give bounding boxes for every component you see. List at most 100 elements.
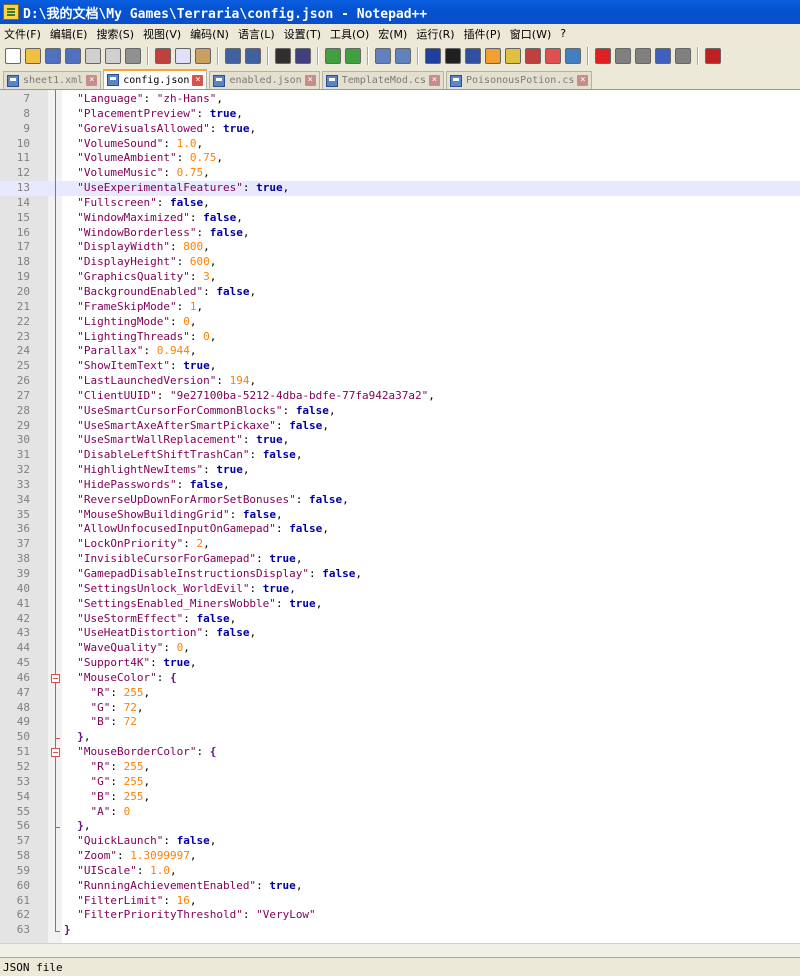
menu-item-5[interactable]: 语言(L): [234, 26, 279, 42]
editor[interactable]: 7 "Language": "zh-Hans", 8 "PlacementPrev…: [0, 90, 800, 943]
play-macro-icon[interactable]: [635, 48, 651, 64]
code-line[interactable]: 48 "G": 72,: [0, 701, 800, 716]
find-icon[interactable]: [275, 48, 291, 64]
run-macro-multiple-icon[interactable]: [655, 48, 671, 64]
code-line[interactable]: 56 },: [0, 819, 800, 834]
code-line[interactable]: 49 "B": 72: [0, 715, 800, 730]
code-line[interactable]: 37 "LockOnPriority": 2,: [0, 537, 800, 552]
close-tab-icon[interactable]: ×: [429, 75, 440, 86]
tab-3[interactable]: TemplateMod.cs ×: [321, 71, 444, 89]
sync-vertical-icon[interactable]: [375, 48, 391, 64]
tab-4[interactable]: PoisonousPotion.cs ×: [446, 71, 593, 89]
redo-icon[interactable]: [245, 48, 261, 64]
code-line[interactable]: 34 "ReverseUpDownForArmorSetBonuses": fa…: [0, 493, 800, 508]
tab-1[interactable]: config.json ×: [103, 69, 208, 89]
code-line[interactable]: 55 "A": 0: [0, 805, 800, 820]
code-line[interactable]: 21 "FrameSkipMode": 1,: [0, 300, 800, 315]
print-icon[interactable]: [125, 48, 141, 64]
save-icon[interactable]: [45, 48, 61, 64]
code-lines[interactable]: 7 "Language": "zh-Hans", 8 "PlacementPrev…: [0, 92, 800, 938]
menu-item-6[interactable]: 设置(T): [280, 26, 325, 42]
code-line[interactable]: 39 "GamepadDisableInstructionsDisplay": …: [0, 567, 800, 582]
code-line[interactable]: 63}: [0, 923, 800, 938]
code-line[interactable]: 52 "R": 255,: [0, 760, 800, 775]
close-tab-icon[interactable]: ×: [577, 75, 589, 86]
code-line[interactable]: 16 "WindowBorderless": false,: [0, 226, 800, 241]
code-line[interactable]: 26 "LastLaunchedVersion": 194,: [0, 374, 800, 389]
code-line[interactable]: 57 "QuickLaunch": false,: [0, 834, 800, 849]
code-line[interactable]: 29 "UseSmartAxeAfterSmartPickaxe": false…: [0, 419, 800, 434]
close-tab-icon[interactable]: ×: [192, 74, 204, 86]
menu-item-8[interactable]: 宏(M): [374, 26, 411, 42]
code-line[interactable]: 40 "SettingsUnlock_WorldEvil": true,: [0, 582, 800, 597]
replace-icon[interactable]: [295, 48, 311, 64]
code-line[interactable]: 50 },: [0, 730, 800, 745]
code-line[interactable]: 11 "VolumeAmbient": 0.75,: [0, 151, 800, 166]
code-line[interactable]: 35 "MouseShowBuildingGrid": false,: [0, 508, 800, 523]
undo-icon[interactable]: [225, 48, 241, 64]
code-line[interactable]: 42 "UseStormEffect": false,: [0, 612, 800, 627]
code-line[interactable]: 54 "B": 255,: [0, 790, 800, 805]
code-line[interactable]: 44 "WaveQuality": 0,: [0, 641, 800, 656]
zoom-out-icon[interactable]: [345, 48, 361, 64]
menu-item-10[interactable]: 插件(P): [460, 26, 505, 42]
cut-icon[interactable]: [155, 48, 171, 64]
user-lang-icon[interactable]: [485, 48, 501, 64]
code-line[interactable]: 61 "FilterLimit": 16,: [0, 894, 800, 909]
indent-guide-icon[interactable]: [465, 48, 481, 64]
code-line[interactable]: 23 "LightingThreads": 0,: [0, 330, 800, 345]
function-list-icon[interactable]: [525, 48, 541, 64]
close-tab-icon[interactable]: ×: [304, 75, 316, 86]
save-all-icon[interactable]: [65, 48, 81, 64]
close-all-icon[interactable]: [105, 48, 121, 64]
code-line[interactable]: 46 "MouseColor": {: [0, 671, 800, 686]
code-line[interactable]: 51 "MouseBorderColor": {: [0, 745, 800, 760]
code-line[interactable]: 30 "UseSmartWallReplacement": true,: [0, 433, 800, 448]
menu-item-12[interactable]: ?: [556, 27, 570, 40]
code-line[interactable]: 33 "HidePasswords": false,: [0, 478, 800, 493]
code-line[interactable]: 24 "Parallax": 0.944,: [0, 344, 800, 359]
code-line[interactable]: 22 "LightingMode": 0,: [0, 315, 800, 330]
code-line[interactable]: 10 "VolumeSound": 1.0,: [0, 137, 800, 152]
record-macro-icon[interactable]: [595, 48, 611, 64]
code-line[interactable]: 12 "VolumeMusic": 0.75,: [0, 166, 800, 181]
code-line[interactable]: 32 "HighlightNewItems": true,: [0, 463, 800, 478]
fold-toggle-icon[interactable]: [51, 748, 60, 758]
code-line[interactable]: 27 "ClientUUID": "9e27100ba-5212-4dba-bd…: [0, 389, 800, 404]
menu-item-0[interactable]: 文件(F): [0, 26, 45, 42]
tab-0[interactable]: sheet1.xml ×: [3, 71, 102, 89]
new-file-icon[interactable]: [5, 48, 21, 64]
code-line[interactable]: 7 "Language": "zh-Hans",: [0, 92, 800, 107]
fold-toggle-icon[interactable]: [51, 674, 60, 684]
code-line[interactable]: 13 "UseExperimentalFeatures": true,: [0, 181, 800, 196]
code-line[interactable]: 62 "FilterPriorityThreshold": "VeryLow": [0, 908, 800, 923]
menu-item-4[interactable]: 编码(N): [186, 26, 233, 42]
code-line[interactable]: 53 "G": 255,: [0, 775, 800, 790]
sync-horizontal-icon[interactable]: [395, 48, 411, 64]
spell-check-icon[interactable]: [705, 48, 721, 64]
code-line[interactable]: 59 "UIScale": 1.0,: [0, 864, 800, 879]
menu-item-3[interactable]: 视图(V): [139, 26, 185, 42]
code-line[interactable]: 19 "GraphicsQuality": 3,: [0, 270, 800, 285]
code-line[interactable]: 38 "InvisibleCursorForGamepad": true,: [0, 552, 800, 567]
code-line[interactable]: 41 "SettingsEnabled_MinersWobble": true,: [0, 597, 800, 612]
menu-item-1[interactable]: 编辑(E): [46, 26, 92, 42]
horizontal-scrollbar[interactable]: [0, 943, 800, 958]
code-line[interactable]: 9 "GoreVisualsAllowed": true,: [0, 122, 800, 137]
code-line[interactable]: 36 "AllowUnfocusedInputOnGamepad": false…: [0, 522, 800, 537]
menu-item-9[interactable]: 运行(R): [412, 26, 458, 42]
paste-icon[interactable]: [195, 48, 211, 64]
save-macro-icon[interactable]: [675, 48, 691, 64]
code-line[interactable]: 20 "BackgroundEnabled": false,: [0, 285, 800, 300]
code-line[interactable]: 28 "UseSmartCursorForCommonBlocks": fals…: [0, 404, 800, 419]
code-line[interactable]: 15 "WindowMaximized": false,: [0, 211, 800, 226]
code-line[interactable]: 18 "DisplayHeight": 600,: [0, 255, 800, 270]
folder-workspace-icon[interactable]: [545, 48, 561, 64]
zoom-in-icon[interactable]: [325, 48, 341, 64]
code-line[interactable]: 25 "ShowItemText": true,: [0, 359, 800, 374]
word-wrap-icon[interactable]: [425, 48, 441, 64]
code-line[interactable]: 47 "R": 255,: [0, 686, 800, 701]
code-line[interactable]: 58 "Zoom": 1.3099997,: [0, 849, 800, 864]
tab-2[interactable]: enabled.json ×: [209, 71, 320, 89]
code-line[interactable]: 43 "UseHeatDistortion": false,: [0, 626, 800, 641]
